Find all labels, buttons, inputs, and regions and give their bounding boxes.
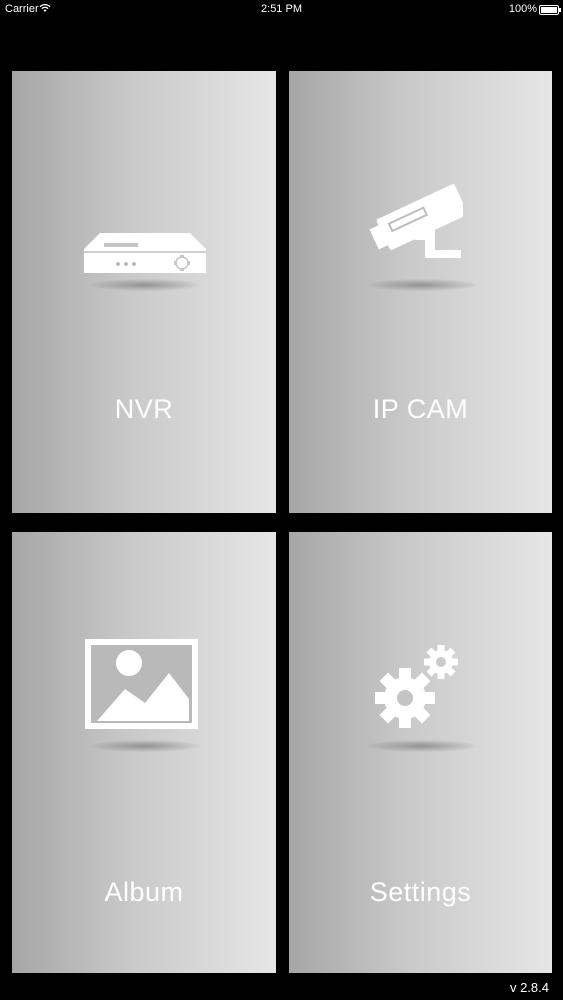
status-bar: Carrier 2:51 PM 100%	[0, 0, 563, 20]
settings-label: Settings	[369, 877, 472, 907]
icon-shadow	[90, 740, 200, 752]
image-icon	[85, 639, 198, 734]
ip-cam-label: IP CAM	[372, 394, 469, 424]
clock: 2:51 PM	[261, 3, 302, 15]
gears-icon	[375, 642, 463, 739]
battery-percent: 100%	[508, 3, 537, 15]
album-label: Album	[104, 877, 184, 907]
battery-icon	[539, 5, 561, 15]
album-tile[interactable]: Album	[12, 532, 276, 973]
nvr-label: NVR	[114, 394, 174, 424]
ip-camera-icon	[359, 178, 468, 273]
settings-tile[interactable]: Settings	[289, 532, 552, 973]
icon-shadow	[90, 279, 200, 291]
nvr-tile[interactable]: NVR	[12, 71, 276, 513]
ip-cam-tile[interactable]: IP CAM	[289, 71, 552, 513]
icon-shadow	[367, 279, 477, 291]
nvr-icon	[82, 229, 208, 282]
app-version: v 2.8.4	[509, 980, 549, 995]
icon-shadow	[367, 740, 477, 752]
